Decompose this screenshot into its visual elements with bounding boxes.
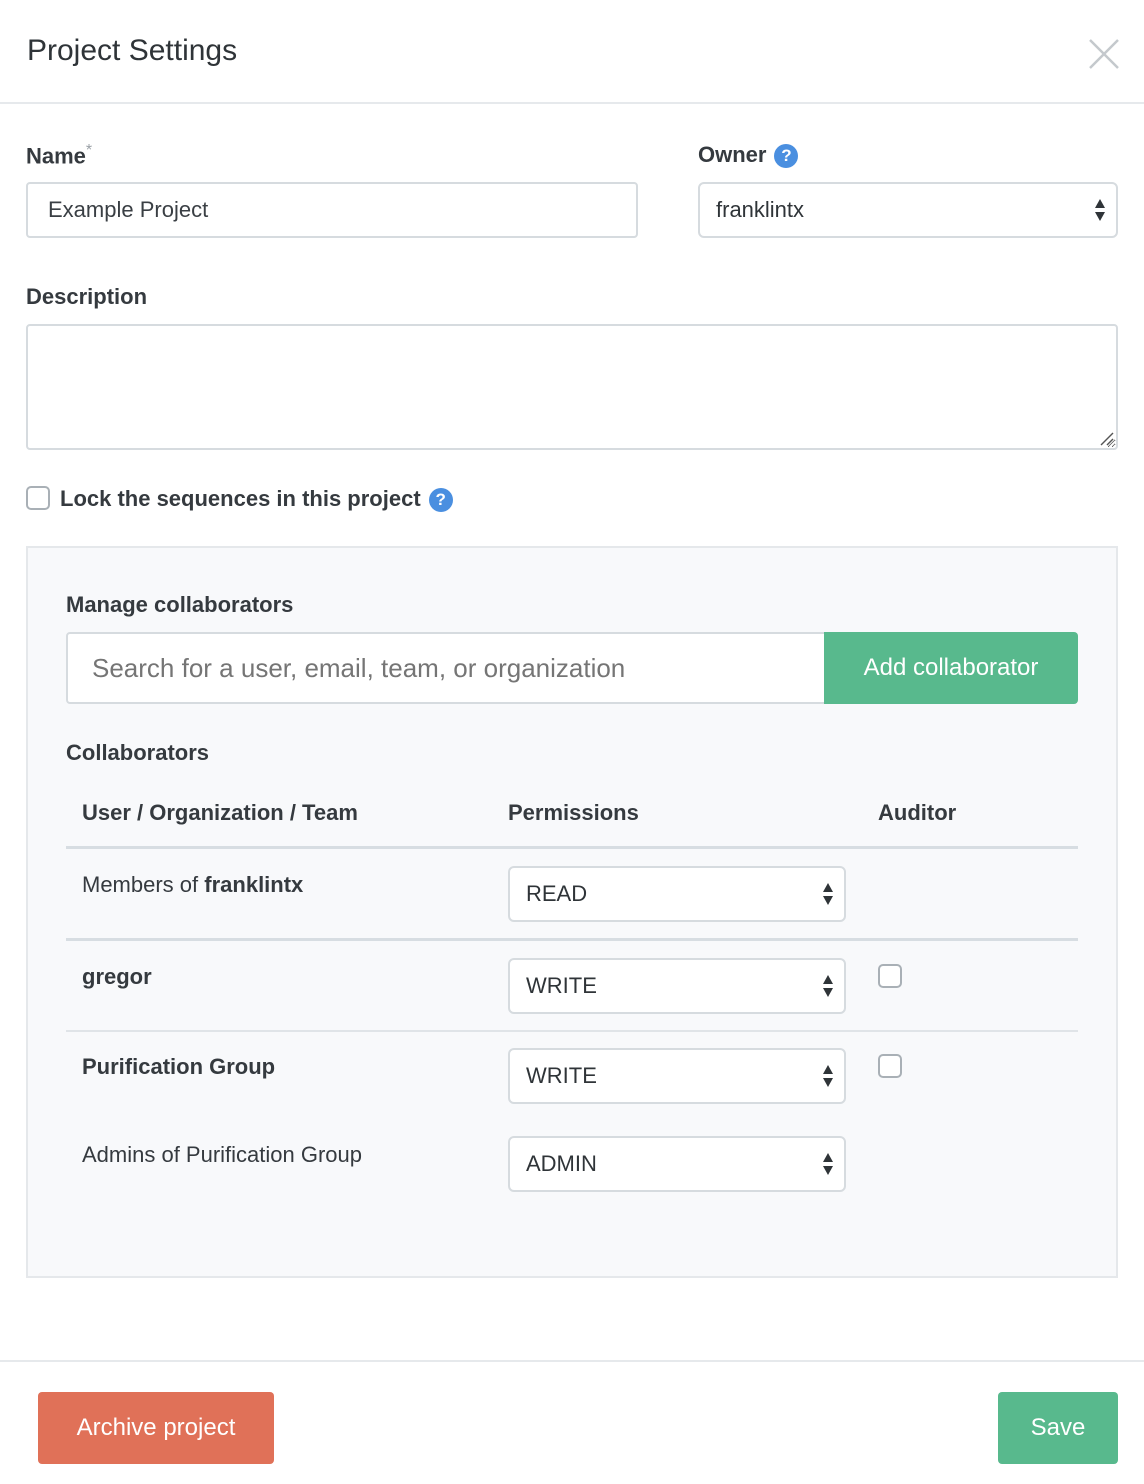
- add-collaborator-button[interactable]: Add collaborator: [824, 632, 1078, 704]
- manage-collaborators-label: Manage collaborators: [66, 592, 294, 617]
- archive-project-button[interactable]: Archive project: [38, 1392, 274, 1464]
- select-arrows-icon: [823, 1065, 833, 1087]
- header-divider: [66, 846, 1078, 849]
- description-label: Description: [26, 284, 148, 309]
- collaborator-name: Members of franklintx: [82, 872, 304, 897]
- close-icon[interactable]: [1086, 36, 1122, 72]
- owner-label: Owner?: [698, 142, 799, 169]
- collaborator-name: Purification Group: [82, 1054, 276, 1079]
- lock-sequences-checkbox[interactable]: [26, 486, 50, 510]
- save-button[interactable]: Save: [998, 1392, 1118, 1464]
- permission-select[interactable]: READ: [508, 866, 846, 922]
- footer-divider: [0, 1360, 1144, 1362]
- permission-select[interactable]: WRITE: [508, 958, 846, 1014]
- help-icon[interactable]: ?: [774, 144, 799, 169]
- select-arrows-icon: [823, 975, 833, 997]
- description-textarea[interactable]: [26, 324, 1118, 450]
- row-divider: [66, 938, 1078, 941]
- column-header-permissions: Permissions: [508, 800, 639, 825]
- permission-select-value: ADMIN: [526, 1151, 597, 1176]
- collaborator-name: gregor: [82, 964, 152, 989]
- select-arrows-icon: [823, 883, 833, 905]
- auditor-checkbox[interactable]: [878, 1054, 902, 1078]
- collaborator-search-input[interactable]: [66, 632, 826, 704]
- dialog-title: Project Settings: [27, 34, 238, 67]
- permission-select-value: WRITE: [526, 973, 597, 998]
- owner-select-value: franklintx: [716, 197, 805, 222]
- dialog-header: Project Settings: [0, 0, 1144, 104]
- resize-handle-icon[interactable]: [1098, 430, 1114, 446]
- column-header-who: User / Organization / Team: [82, 800, 358, 825]
- help-icon[interactable]: ?: [428, 488, 453, 513]
- owner-select[interactable]: franklintx: [698, 182, 1118, 238]
- permission-select-value: READ: [526, 881, 588, 906]
- select-arrows-icon: [823, 1153, 833, 1175]
- lock-sequences-label: Lock the sequences in this project?: [60, 486, 453, 513]
- collaborator-name: Admins of Purification Group: [82, 1142, 363, 1167]
- collaborators-section-label: Collaborators: [66, 740, 210, 765]
- auditor-checkbox[interactable]: [878, 964, 902, 988]
- permission-select-value: WRITE: [526, 1063, 597, 1088]
- column-header-auditor: Auditor: [878, 800, 957, 825]
- name-label: Name*: [26, 142, 93, 169]
- permission-select[interactable]: WRITE: [508, 1048, 846, 1104]
- row-divider: [66, 1030, 1078, 1032]
- permission-select[interactable]: ADMIN: [508, 1136, 846, 1192]
- name-input[interactable]: [26, 182, 638, 238]
- required-marker: *: [85, 142, 93, 159]
- select-arrows-icon: [1095, 199, 1105, 221]
